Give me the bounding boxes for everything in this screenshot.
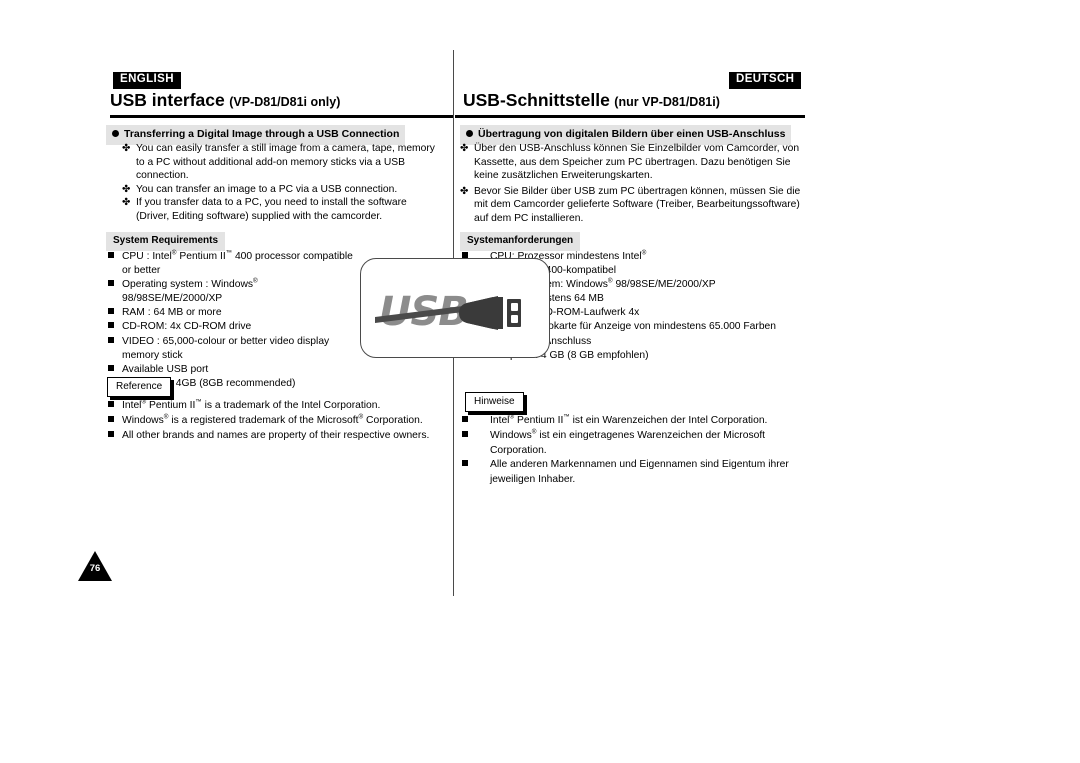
square-bullet-icon bbox=[108, 429, 122, 444]
language-tag-german: DEUTSCH bbox=[729, 72, 802, 89]
list-item: Intel® Pentium II™ is a trademark of the… bbox=[108, 399, 438, 414]
section-heading-label-english: Transferring a Digital Image through a U… bbox=[124, 128, 400, 140]
list-item: Windows® ist ein eingetragenes Warenzeic… bbox=[462, 429, 802, 459]
list-item-text: Über den USB-Anschluss können Sie Einzel… bbox=[474, 143, 800, 182]
reference-label-english: Reference bbox=[107, 377, 172, 397]
square-bullet-icon bbox=[462, 458, 490, 488]
diamond-bullet-icon: ✤ bbox=[122, 183, 131, 195]
square-bullet-icon bbox=[108, 250, 122, 278]
filled-circle-bullet-icon bbox=[112, 130, 119, 137]
section-heading-label-german: Übertragung von digitalen Bildern über e… bbox=[478, 128, 786, 140]
list-item: All other brands and names are property … bbox=[108, 429, 438, 444]
page-number-text: 76 bbox=[89, 563, 101, 574]
list-item: CD-ROM: 4x CD-ROM drive bbox=[108, 320, 358, 334]
language-tag-english: ENGLISH bbox=[113, 72, 181, 89]
system-requirements-list-english: CPU : Intel® Pentium II™ 400 processor c… bbox=[108, 250, 358, 391]
manual-page: ENGLISH USB interface (VP-D81/D81i only)… bbox=[0, 0, 1080, 763]
square-bullet-icon bbox=[108, 399, 122, 414]
reference-label-german: Hinweise bbox=[465, 392, 524, 412]
page-title-german: USB-Schnittstelle (nur VP-D81/D81i) bbox=[463, 90, 720, 111]
diamond-bullet-icon: ✤ bbox=[460, 185, 469, 197]
list-item-text: RAM : 64 MB or more bbox=[122, 307, 222, 319]
list-item-text: If you transfer data to a PC, you need t… bbox=[136, 197, 407, 222]
usb-logo-box: USB bbox=[360, 258, 550, 358]
reference-list-english: Intel® Pentium II™ is a trademark of the… bbox=[108, 399, 438, 443]
square-bullet-icon bbox=[462, 414, 490, 429]
list-item-text: CPU : Intel® Pentium II™ 400 processor c… bbox=[122, 249, 353, 277]
list-item-text: Available USB port bbox=[122, 363, 209, 375]
diamond-bullet-icon: ✤ bbox=[460, 143, 469, 154]
list-item: Windows® is a registered trademark of th… bbox=[108, 414, 438, 429]
list-item: ✤ Bevor Sie Bilder über USB zum PC übert… bbox=[460, 185, 805, 226]
page-title-sub-german: (nur VP-D81/D81i) bbox=[614, 95, 720, 109]
list-item: ✤ You can easily transfer a still image … bbox=[122, 142, 442, 183]
usb-logo-icon: USB bbox=[375, 289, 521, 335]
square-bullet-icon bbox=[108, 363, 122, 377]
square-bullet-icon bbox=[462, 429, 490, 459]
list-item-text: CD-ROM: 4x CD-ROM drive bbox=[122, 321, 252, 333]
list-item: VIDEO : 65,000-colour or better video di… bbox=[108, 335, 358, 363]
filled-circle-bullet-icon bbox=[466, 130, 473, 137]
list-item-text: Intel® Pentium II™ ist ein Warenzeichen … bbox=[490, 413, 768, 426]
square-bullet-icon bbox=[108, 414, 122, 429]
list-item-text: All other brands and names are property … bbox=[122, 429, 430, 441]
system-requirements-label-german: Systemanforderungen bbox=[460, 232, 581, 251]
system-requirements-label-english: System Requirements bbox=[106, 232, 226, 251]
list-item: Intel® Pentium II™ ist ein Warenzeichen … bbox=[462, 414, 802, 429]
intro-list-english: ✤ You can easily transfer a still image … bbox=[122, 142, 442, 224]
list-item-text: Windows® is a registered trademark of th… bbox=[122, 413, 423, 426]
square-bullet-icon bbox=[108, 278, 122, 306]
list-item: CPU : Intel® Pentium II™ 400 processor c… bbox=[108, 250, 358, 278]
list-item-text: VIDEO : 65,000-colour or better video di… bbox=[122, 335, 330, 361]
reference-list-german: Intel® Pentium II™ ist ein Warenzeichen … bbox=[462, 414, 802, 488]
page-title-main-german: USB-Schnittstelle bbox=[463, 90, 610, 110]
intro-list-german: ✤ Über den USB-Anschluss können Sie Einz… bbox=[460, 142, 805, 228]
square-bullet-icon bbox=[108, 320, 122, 334]
list-item-text: Bevor Sie Bilder über USB zum PC übertra… bbox=[474, 185, 801, 224]
page-title-english: USB interface (VP-D81/D81i only) bbox=[110, 90, 340, 111]
list-item-text: Intel® Pentium II™ is a trademark of the… bbox=[122, 398, 381, 411]
page-number-badge: 76 bbox=[78, 551, 112, 581]
diamond-bullet-icon: ✤ bbox=[122, 143, 131, 154]
page-title-main-english: USB interface bbox=[110, 90, 225, 110]
page-title-sub-english: (VP-D81/D81i only) bbox=[229, 95, 341, 109]
list-item-text: You can easily transfer a still image fr… bbox=[136, 143, 435, 182]
diamond-bullet-icon: ✤ bbox=[122, 197, 131, 209]
list-item: Operating system : Windows® 98/98SE/ME/2… bbox=[108, 278, 358, 306]
list-item: RAM : 64 MB or more bbox=[108, 306, 358, 320]
list-item: ✤ Über den USB-Anschluss können Sie Einz… bbox=[460, 142, 805, 183]
list-item-text: Operating system : Windows® 98/98SE/ME/2… bbox=[122, 277, 258, 305]
list-item: ✤ If you transfer data to a PC, you need… bbox=[122, 196, 442, 223]
square-bullet-icon bbox=[108, 335, 122, 363]
list-item: ✤ You can transfer an image to a PC via … bbox=[122, 183, 442, 197]
list-item-text: Windows® ist ein eingetragenes Warenzeic… bbox=[490, 428, 766, 456]
list-item: Available USB port bbox=[108, 363, 358, 377]
list-item-text: Alle anderen Markennamen und Eigennamen … bbox=[490, 459, 789, 486]
square-bullet-icon bbox=[108, 306, 122, 320]
title-rule-german bbox=[455, 115, 805, 118]
title-rule-english bbox=[110, 115, 453, 118]
list-item-text: You can transfer an image to a PC via a … bbox=[136, 183, 398, 195]
list-item: Alle anderen Markennamen und Eigennamen … bbox=[462, 458, 802, 488]
